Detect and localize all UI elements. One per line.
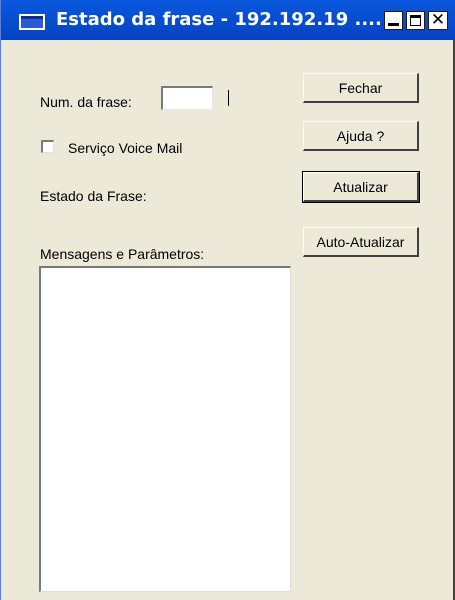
title-bar[interactable]: Estado da frase - 192.192.19 .... ✕ — [1, 0, 455, 40]
voice-mail-checkbox[interactable] — [41, 140, 54, 153]
atualizar-button[interactable]: Atualizar — [302, 171, 420, 203]
mensagens-textarea[interactable] — [39, 266, 291, 592]
estado-frase-label: Estado da Frase: — [40, 188, 147, 204]
num-frase-input[interactable] — [161, 86, 213, 110]
text-caret — [228, 90, 229, 106]
mensagens-label: Mensagens e Parâmetros: — [40, 246, 205, 262]
window-app-icon[interactable] — [19, 14, 45, 30]
ajuda-button[interactable]: Ajuda ? — [303, 121, 419, 151]
dialog-window: Estado da frase - 192.192.19 .... ✕ Num.… — [0, 0, 455, 600]
maximize-icon[interactable] — [406, 11, 425, 30]
minimize-icon[interactable] — [384, 11, 403, 30]
auto-atualizar-button[interactable]: Auto-Atualizar — [303, 227, 419, 257]
fechar-button[interactable]: Fechar — [303, 73, 419, 103]
close-glyph: ✕ — [430, 10, 446, 30]
num-frase-label: Num. da frase: — [40, 94, 132, 110]
voice-mail-label[interactable]: Serviço Voice Mail — [68, 140, 182, 156]
window-title: Estado da frase - 192.192.19 .... — [56, 9, 382, 30]
close-icon[interactable]: ✕ — [428, 10, 448, 30]
